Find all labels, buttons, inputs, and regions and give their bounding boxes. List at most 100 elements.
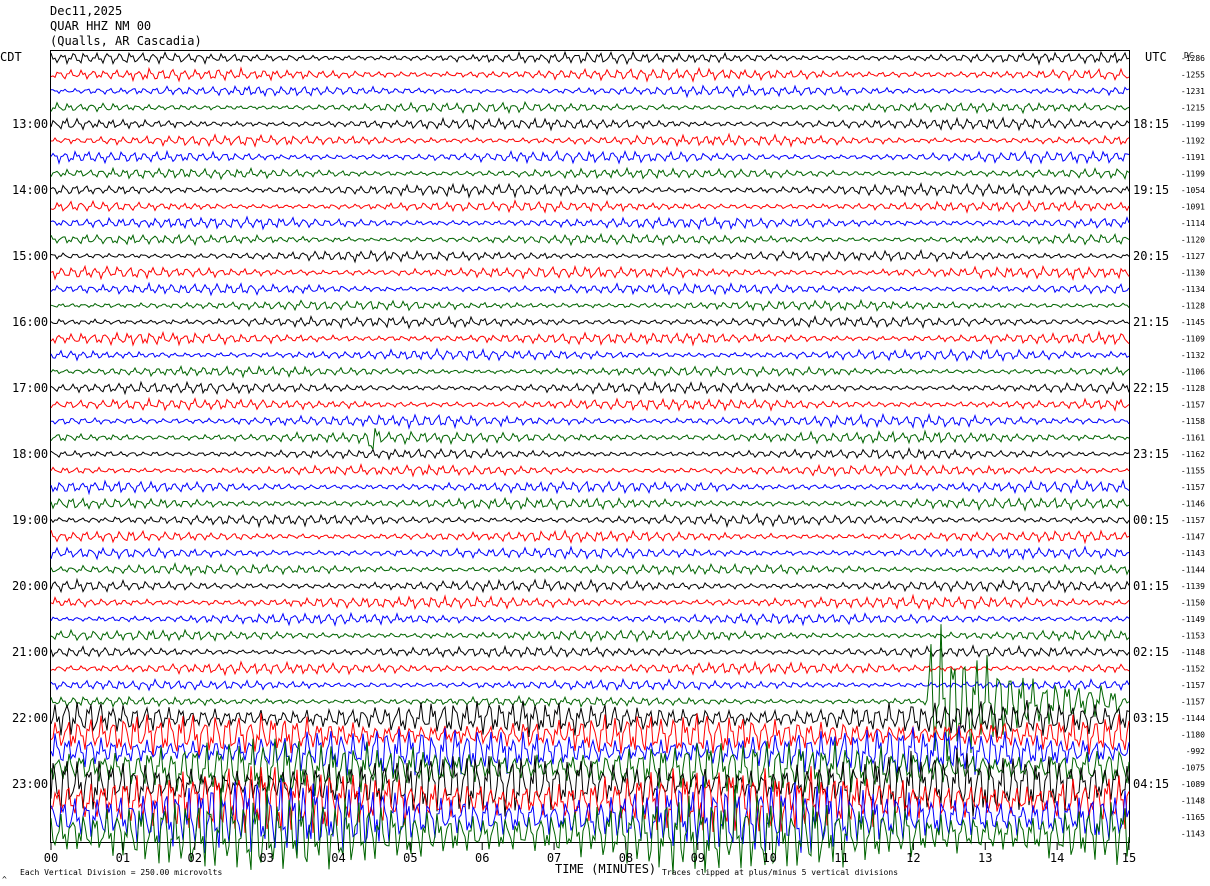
trace-row-33 xyxy=(50,593,1130,611)
dc-offset-label: -1143 xyxy=(1181,549,1205,558)
dc-offset-label: -1109 xyxy=(1181,335,1205,344)
x-tick-label: 03 xyxy=(259,851,273,865)
dc-offset-label: -1147 xyxy=(1181,533,1205,542)
trace-row-26 xyxy=(50,478,1130,496)
dc-offset-label: -992 xyxy=(1186,747,1205,756)
dc-offset-label: -1144 xyxy=(1181,566,1205,575)
x-tick-label: 12 xyxy=(906,851,920,865)
dc-offset-label: -1144 xyxy=(1181,714,1205,723)
right-hour-label: 19:15 xyxy=(1133,183,1169,197)
trace-row-5 xyxy=(50,132,1130,148)
dc-offset-label: -1199 xyxy=(1181,120,1205,129)
dc-offset-label: -1231 xyxy=(1181,87,1205,96)
dc-offset-label: -1054 xyxy=(1181,186,1205,195)
dc-offset-label: -1150 xyxy=(1181,599,1205,608)
trace-row-17 xyxy=(50,330,1130,347)
trace-row-34 xyxy=(50,611,1130,627)
dc-offset-label: -1075 xyxy=(1181,764,1205,773)
left-hour-label: 15:00 xyxy=(12,249,48,263)
left-axis-title: CDT xyxy=(0,50,22,64)
left-hour-label: 14:00 xyxy=(12,183,48,197)
dc-offset-label: -1128 xyxy=(1181,302,1205,311)
dc-offset-label: -1106 xyxy=(1181,368,1205,377)
dc-offset-label: -1152 xyxy=(1181,665,1205,674)
right-axis-title: UTC xyxy=(1145,50,1167,64)
left-hour-label: 22:00 xyxy=(12,711,48,725)
dc-offset-label: -1091 xyxy=(1181,203,1205,212)
x-tick-label: 13 xyxy=(978,851,992,865)
trace-row-19 xyxy=(50,364,1130,379)
plot-frame xyxy=(50,50,1130,843)
dc-offset-label: -1146 xyxy=(1181,500,1205,509)
scale-note: Each Vertical Division = 250.00 microvol… xyxy=(20,868,222,877)
left-hour-label: 19:00 xyxy=(12,513,48,527)
trace-row-7 xyxy=(50,166,1130,181)
right-hour-label: 20:15 xyxy=(1133,249,1169,263)
trace-row-20 xyxy=(50,380,1130,396)
dc-offset-label: -1132 xyxy=(1181,351,1205,360)
right-hour-label: 18:15 xyxy=(1133,117,1169,131)
right-hour-labels: 18:15 19:15 20:15 21:15 22:15 23:15 00:15 01:15… xyxy=(1133,117,1169,791)
dc-offset-label: -1153 xyxy=(1181,632,1205,641)
trace-row-0 xyxy=(50,50,1130,66)
trace-row-29 xyxy=(50,529,1130,545)
trace-row-2 xyxy=(51,83,1130,99)
right-hour-label: 22:15 xyxy=(1133,381,1169,395)
dc-offset-label: -1089 xyxy=(1181,780,1205,789)
trace-row-27 xyxy=(50,496,1130,512)
x-axis-title: TIME (MINUTES) xyxy=(555,862,656,876)
x-tick-label: 10 xyxy=(762,851,776,865)
right-hour-label: 00:15 xyxy=(1133,513,1169,527)
trace-row-28 xyxy=(50,512,1130,529)
helicorder-chart: Dec11,2025 QUAR HHZ NM 00 (Qualls, AR Ca… xyxy=(0,4,1205,884)
left-hour-labels: 13:00 14:00 15:00 16:00 17:00 18:00 19:00 20:00… xyxy=(12,117,48,791)
dc-offset-label: -1139 xyxy=(1181,582,1205,591)
right-hour-label: 21:15 xyxy=(1133,315,1169,329)
trace-row-3 xyxy=(50,100,1130,115)
x-tick-label: 02 xyxy=(188,851,202,865)
trace-row-11 xyxy=(50,232,1130,247)
trace-row-10 xyxy=(50,215,1130,231)
trace-row-36 xyxy=(50,644,1130,659)
dc-offset-label: -1180 xyxy=(1181,731,1205,740)
dc-offset-label: -1157 xyxy=(1181,698,1205,707)
dc-offset-label: -1143 xyxy=(1181,830,1205,839)
trace-row-23 xyxy=(50,428,1130,452)
header-date: Dec11,2025 xyxy=(50,4,122,18)
trace-row-35 xyxy=(50,628,1130,643)
dc-offset-label: -1155 xyxy=(1181,467,1205,476)
left-hour-label: 20:00 xyxy=(12,579,48,593)
trace-row-8 xyxy=(50,181,1130,199)
left-hour-label: 23:00 xyxy=(12,777,48,791)
trace-row-1 xyxy=(50,66,1130,83)
right-hour-label: 04:15 xyxy=(1133,777,1169,791)
dc-offset-label: -1127 xyxy=(1181,252,1205,261)
dc-offset-label: -1114 xyxy=(1181,219,1205,228)
clip-note: Traces clipped at plus/minus 5 vertical … xyxy=(662,868,898,877)
left-hour-label: 18:00 xyxy=(12,447,48,461)
dc-offset-label: -1191 xyxy=(1181,153,1205,162)
dc-offset-label: -1120 xyxy=(1181,236,1205,245)
trace-row-25 xyxy=(50,463,1130,478)
trace-row-12 xyxy=(50,248,1130,264)
trace-row-22 xyxy=(50,412,1130,430)
trace-row-15 xyxy=(50,298,1130,312)
corner-mark: ^ xyxy=(2,875,7,884)
trace-row-30 xyxy=(50,545,1130,561)
header-station: QUAR HHZ NM 00 xyxy=(50,19,151,33)
dc-offset-label: -1158 xyxy=(1181,417,1205,426)
x-tick-label: 11 xyxy=(834,851,848,865)
header-location: (Qualls, AR Cascadia) xyxy=(50,34,202,48)
x-tick-label: 15 xyxy=(1122,851,1136,865)
dc-offset-labels: -1286 -1255 -1231 -1215 -1199 -1192 -1191 -1199… xyxy=(1181,54,1205,839)
x-tick-label: 14 xyxy=(1050,851,1064,865)
trace-row-13 xyxy=(50,264,1130,281)
dc-offset-label: -1157 xyxy=(1181,483,1205,492)
trace-row-37 xyxy=(50,660,1130,677)
dc-offset-label: -1161 xyxy=(1181,434,1205,443)
dc-offset-label: -1255 xyxy=(1181,71,1205,80)
x-tick-label: 00 xyxy=(44,851,58,865)
trace-row-18 xyxy=(50,347,1130,363)
trace-row-38 xyxy=(50,677,1130,692)
left-hour-label: 17:00 xyxy=(12,381,48,395)
